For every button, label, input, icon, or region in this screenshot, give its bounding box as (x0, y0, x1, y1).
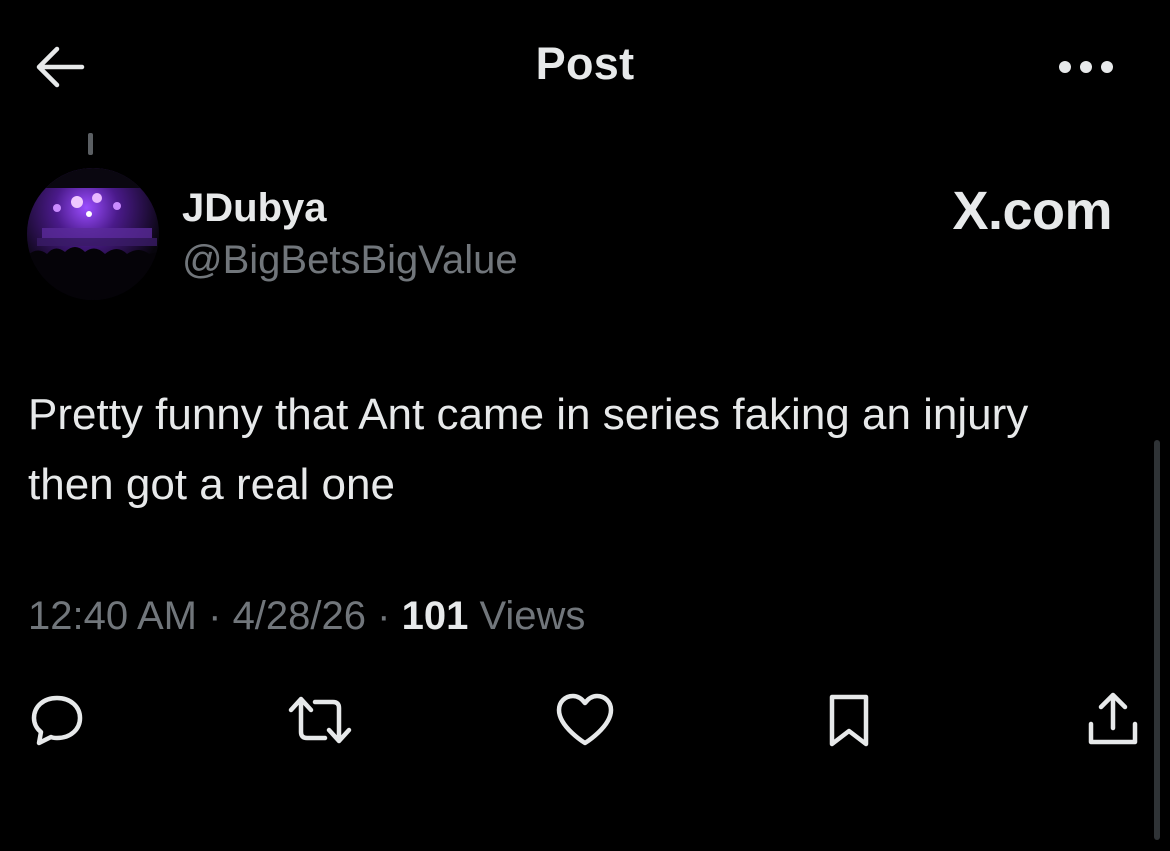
top-bar: Post (0, 0, 1170, 130)
action-bar (0, 685, 1170, 755)
views-label: Views (468, 594, 586, 638)
bookmark-icon (829, 694, 869, 747)
share-button[interactable] (1078, 685, 1148, 755)
bookmark-button[interactable] (814, 685, 884, 755)
separator: · (197, 594, 233, 638)
page-title: Post (535, 38, 635, 89)
concert-avatar-image (27, 168, 159, 300)
like-button[interactable] (550, 685, 620, 755)
repost-button[interactable] (285, 685, 355, 755)
heart-icon (556, 693, 614, 746)
post-text: Pretty funny that Ant came in series fak… (28, 390, 1029, 509)
reply-button[interactable] (22, 685, 92, 755)
repost-icon (288, 696, 352, 744)
more-options-button[interactable] (1050, 42, 1122, 92)
post-time: 12:40 AM (28, 594, 198, 638)
post-date: 4/28/26 (232, 594, 367, 638)
views-count[interactable]: 101 (402, 594, 469, 638)
separator: · (366, 594, 402, 638)
more-horizontal-icon (1059, 61, 1113, 73)
thread-connector-line (88, 133, 93, 155)
share-icon (1088, 692, 1138, 745)
avatar[interactable] (27, 168, 159, 300)
scrollbar[interactable] (1154, 440, 1160, 840)
source-watermark: X.com (952, 181, 1112, 241)
reply-icon (31, 695, 83, 746)
author-display-name[interactable]: JDubya (182, 186, 327, 231)
post-metadata: 12:40 AM · 4/28/26 · 101 Views (28, 594, 585, 639)
author-handle[interactable]: @BigBetsBigValue (182, 238, 518, 283)
